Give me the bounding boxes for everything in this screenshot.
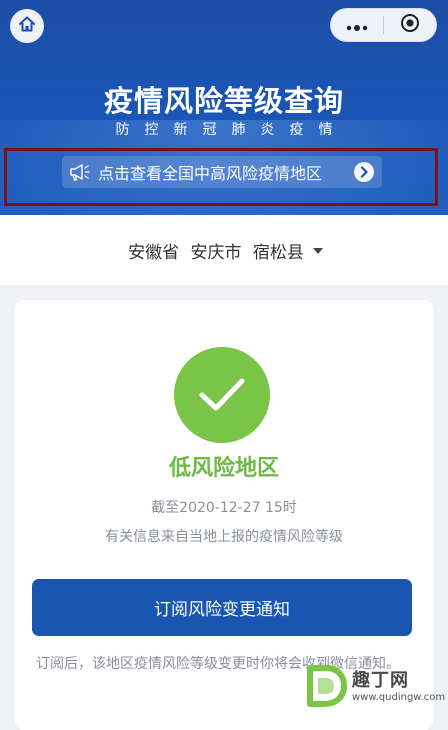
- page-subtitle: 防控新冠肺炎疫情: [115, 122, 348, 138]
- target-close-icon: [400, 13, 420, 37]
- home-icon: [18, 15, 36, 37]
- watermark: 趣丁网 www.qudingw.com: [300, 658, 448, 711]
- close-button[interactable]: [384, 9, 436, 41]
- home-button[interactable]: [10, 9, 44, 43]
- risk-level-label: 低风险地区: [168, 456, 279, 481]
- as-of-time: 截至2020-12-27 15时: [151, 500, 297, 516]
- watermark-logo-icon: [300, 660, 350, 710]
- header-banner: 疫情风险等级查询 防控新冠肺炎疫情 点击查看全国中高风险疫情地区: [0, 0, 448, 215]
- annotation-highlight-box: [4, 148, 438, 206]
- mini-program-capsule: [330, 8, 437, 42]
- more-dots-icon: [346, 16, 368, 35]
- page-title: 疫情风险等级查询: [103, 84, 344, 118]
- data-source-note: 有关信息来自当地上报的疫情风险等级: [105, 529, 343, 545]
- province-label: 安徽省: [128, 242, 180, 263]
- subscribe-button[interactable]: 订阅风险变更通知: [32, 579, 412, 636]
- city-label: 安庆市: [190, 242, 242, 263]
- county-label: 宿松县: [252, 242, 304, 263]
- caret-down-icon: [312, 248, 323, 254]
- watermark-url: www.qudingw.com: [352, 692, 446, 703]
- watermark-name: 趣丁网: [352, 670, 409, 691]
- watermark-text: 趣丁网 www.qudingw.com: [352, 666, 445, 703]
- location-selector[interactable]: 安徽省 安庆市 宿松县: [0, 215, 448, 285]
- location-text: 安徽省 安庆市 宿松县: [125, 238, 307, 263]
- more-button[interactable]: [331, 9, 383, 41]
- check-circle-icon: [174, 347, 270, 443]
